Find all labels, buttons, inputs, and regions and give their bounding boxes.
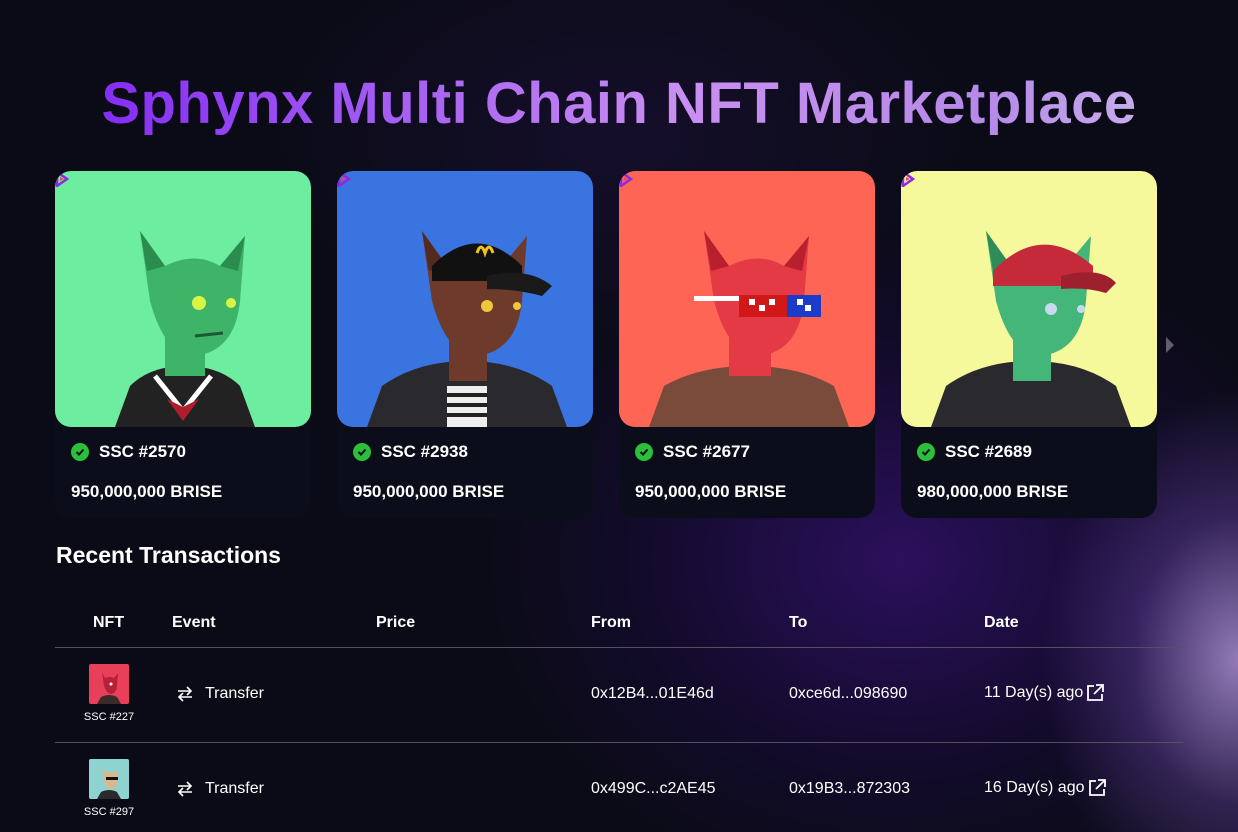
from-address[interactable]: 0x12B4...01E46d <box>591 685 714 703</box>
column-header-from: From <box>591 614 631 631</box>
transactions-table: NFT Event Price From To Date SSC #227 Tr… <box>55 600 1183 832</box>
nft-name-row: SSC #2570 <box>71 442 186 462</box>
nft-price: 950,000,000 BRISE <box>635 482 787 501</box>
column-header-nft: NFT <box>93 614 125 631</box>
date-label: 16 Day(s) ago <box>984 779 1085 796</box>
nft-name-row: SSC #2938 <box>353 442 468 462</box>
transfer-arrows-icon <box>177 781 193 797</box>
column-header-date: Date <box>984 614 1019 631</box>
sphynx-logo-icon <box>619 171 633 187</box>
nft-name: SSC #2938 <box>381 442 468 461</box>
column-header-price: Price <box>376 614 416 631</box>
nft-price: 980,000,000 BRISE <box>917 482 1069 501</box>
nft-thumbnail[interactable] <box>89 759 129 799</box>
to-address[interactable]: 0xce6d...098690 <box>789 685 907 703</box>
event-label: Transfer <box>205 780 264 797</box>
event-label: Transfer <box>205 685 264 702</box>
external-link-icon[interactable] <box>1087 778 1107 798</box>
nft-card[interactable]: SSC #2570 950,000,000 BRISE <box>55 171 311 518</box>
date-cell: 11 Day(s) ago <box>984 683 1105 703</box>
nft-name: SSC #2570 <box>99 442 186 461</box>
nft-name-row: SSC #2689 <box>917 442 1032 462</box>
page-title: Sphynx Multi Chain NFT Marketplace <box>0 70 1238 137</box>
transfer-arrows-icon <box>177 686 193 702</box>
table-row[interactable]: SSC #227 Transfer 0x12B4...01E46d 0xce6d… <box>55 648 1183 743</box>
recent-transactions-title: Recent Transactions <box>56 542 281 568</box>
sphynx-logo-icon <box>337 171 351 187</box>
nft-image <box>55 171 311 427</box>
nft-id: SSC #297 <box>83 806 135 818</box>
nft-name: SSC #2689 <box>945 442 1032 461</box>
date-label: 11 Day(s) ago <box>984 684 1084 701</box>
nft-card[interactable]: SSC #2689 980,000,000 BRISE <box>901 171 1157 518</box>
event-cell: Transfer <box>175 684 264 704</box>
column-header-event: Event <box>172 614 216 631</box>
from-address[interactable]: 0x499C...c2AE45 <box>591 780 716 798</box>
nft-name-row: SSC #2677 <box>635 442 750 462</box>
nft-price: 950,000,000 BRISE <box>353 482 505 501</box>
verified-check-icon <box>71 443 89 461</box>
nft-image <box>901 171 1157 427</box>
verified-check-icon <box>917 443 935 461</box>
sphynx-logo-icon <box>55 171 69 187</box>
nft-cell[interactable]: SSC #297 <box>77 759 141 818</box>
nft-cell[interactable]: SSC #227 <box>77 664 141 723</box>
event-cell: Transfer <box>175 779 264 799</box>
nft-image <box>619 171 875 427</box>
table-header: NFT Event Price From To Date <box>55 600 1183 648</box>
nft-name: SSC #2677 <box>663 442 750 461</box>
sphynx-logo-icon <box>901 171 915 187</box>
nft-price: 950,000,000 BRISE <box>71 482 223 501</box>
nft-image <box>337 171 593 427</box>
date-cell: 16 Day(s) ago <box>984 778 1107 798</box>
verified-check-icon <box>635 443 653 461</box>
external-link-icon[interactable] <box>1085 683 1105 703</box>
table-row[interactable]: SSC #297 Transfer 0x499C...c2AE45 0x19B3… <box>55 743 1183 832</box>
to-address[interactable]: 0x19B3...872303 <box>789 780 910 798</box>
nft-thumbnail[interactable] <box>89 664 129 704</box>
nft-card[interactable]: SSC #2938 950,000,000 BRISE <box>337 171 593 518</box>
verified-check-icon <box>353 443 371 461</box>
nft-card[interactable]: SSC #2677 950,000,000 BRISE <box>619 171 875 518</box>
nft-carousel: SSC #2570 950,000,000 BRISE SSC #2938 95… <box>0 171 1238 521</box>
carousel-next-arrow-icon[interactable] <box>1166 337 1174 353</box>
nft-id: SSC #227 <box>83 711 135 723</box>
column-header-to: To <box>789 614 808 631</box>
